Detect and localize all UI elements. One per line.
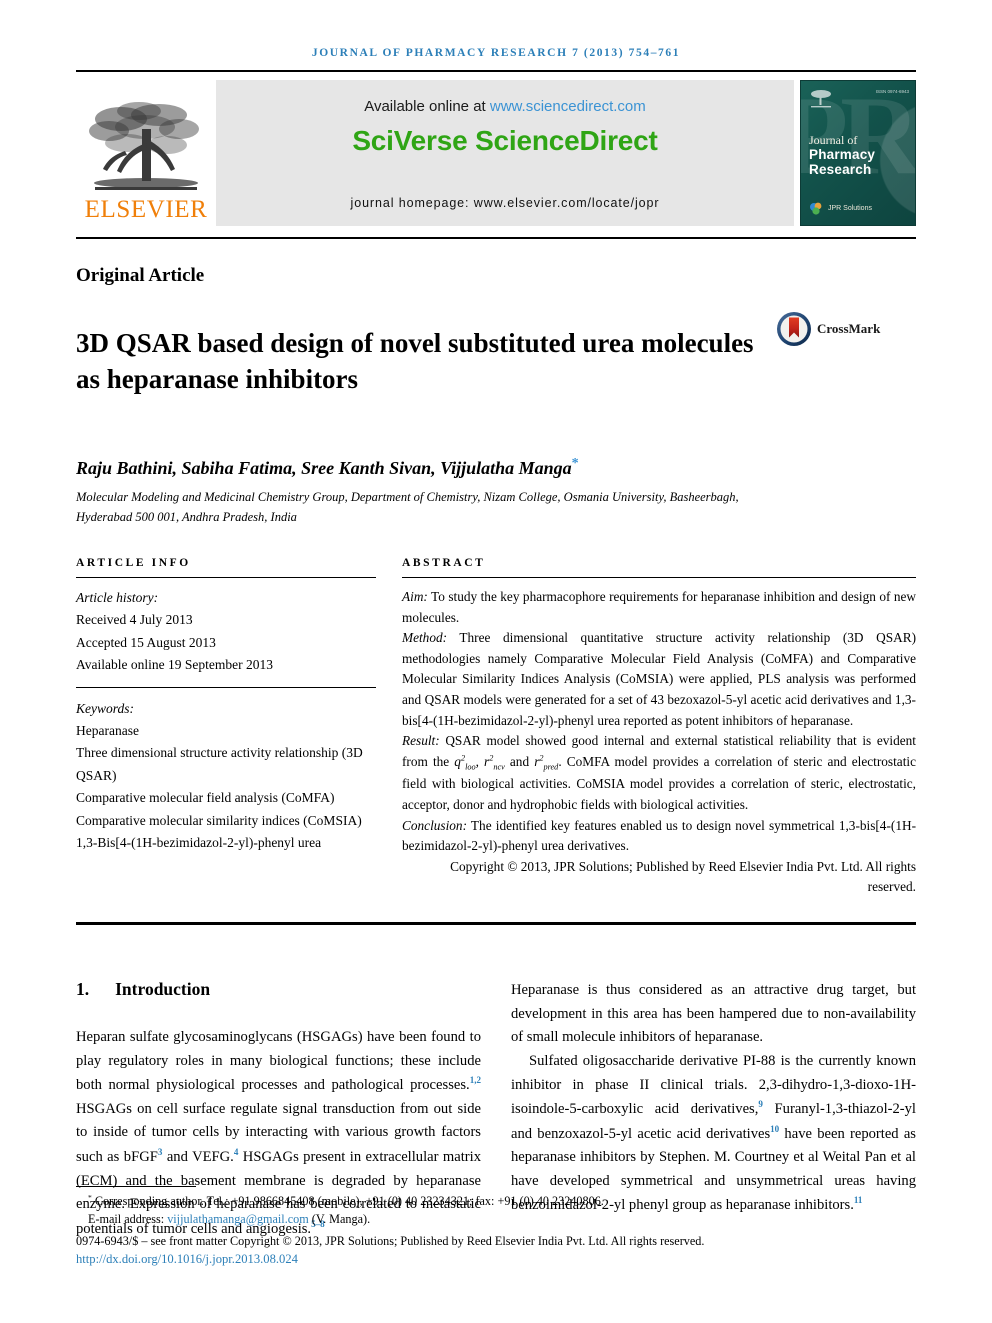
crossmark-label: CrossMark: [817, 321, 881, 336]
corresponding-author-note: * Corresponding author. Tel.: +91 986684…: [76, 1192, 916, 1210]
history-accepted: Accepted 15 August 2013: [76, 634, 216, 650]
header-rule: [76, 70, 916, 72]
abstract-conclusion-label: Conclusion:: [402, 817, 468, 833]
section-heading-introduction: 1. Introduction: [76, 979, 481, 1000]
keyword-item: Comparative molecular field analysis (Co…: [76, 790, 335, 806]
journal-cover-image[interactable]: PR ISSN 0974-6943 Journal of Pharmacy Re…: [800, 80, 916, 226]
article-history-block: Article history: Received 4 July 2013 Ac…: [76, 587, 376, 677]
elsevier-tree-icon: [89, 102, 199, 190]
abstract-bottom-rule: [76, 921, 916, 925]
journal-article-page: Journal of Pharmacy Research 7 (2013) 75…: [0, 0, 992, 1323]
cover-title-small: Journal of: [809, 133, 858, 147]
jpr-solutions-icon: [810, 202, 822, 215]
stat-q-symbol: q: [454, 753, 461, 769]
abstract-column: Abstract Aim: To study the key pharmacop…: [402, 557, 916, 898]
sciencedirect-banner: Available online at www.sciencedirect.co…: [216, 80, 794, 226]
stat-r-sup: 2: [489, 753, 494, 763]
cover-issn: ISSN 0974-6943: [875, 89, 909, 94]
abstract-aim-text: To study the key pharmacophore requireme…: [402, 589, 916, 625]
author-list: Raju Bathini, Sabiha Fatima, Sree Kanth …: [76, 456, 916, 479]
citation-ref[interactable]: 10: [770, 1124, 779, 1134]
email-label: E-mail address:: [88, 1212, 168, 1227]
history-available: Available online 19 September 2013: [76, 657, 273, 673]
stat-q-sup: 2: [460, 753, 466, 763]
abstract-body: Aim: To study the key pharmacophore requ…: [402, 587, 916, 898]
elsevier-logo: ELSEVIER: [76, 80, 216, 226]
abstract-method: Method: Three dimensional quantitative s…: [402, 628, 916, 731]
intro-right-text: Heparanase is thus considered as an attr…: [511, 979, 916, 1218]
sciverse-sciencedirect-wordmark: SciVerse ScienceDirect: [352, 125, 658, 156]
doi-link[interactable]: http://dx.doi.org/10.1016/j.jopr.2013.08…: [76, 1250, 916, 1269]
stat-r2pred: r2pred: [534, 753, 559, 772]
abstract-copyright: Copyright © 2013, JPR Solutions; Publish…: [450, 858, 916, 895]
stat-sep-1: ,: [475, 753, 485, 769]
page-content: Journal of Pharmacy Research 7 (2013) 75…: [76, 0, 916, 1241]
email-suffix: (V. Manga).: [308, 1212, 371, 1227]
abstract-method-label: Method:: [402, 630, 448, 646]
crossmark-badge[interactable]: CrossMark: [776, 311, 880, 347]
stat-q-sub: loo: [465, 762, 476, 772]
available-online-line: Available online at www.sciencedirect.co…: [364, 98, 646, 115]
front-matter-note: 0974-6943/$ – see front matter Copyright…: [76, 1233, 705, 1248]
keyword-item: Comparative molecular similarity indices…: [76, 812, 362, 828]
abstract-conclusion-text: The identified key features enabled us t…: [402, 817, 916, 854]
masthead-bottom-rule: [76, 237, 916, 239]
article-info-column: Article info Article history: Received 4…: [76, 557, 376, 898]
keywords-label: Keywords:: [76, 700, 134, 716]
abstract-aim: Aim: To study the key pharmacophore requ…: [402, 587, 916, 628]
stat-sep-2: and: [504, 753, 535, 769]
article-info-rule-top: [76, 577, 376, 578]
intro-paragraph-2: Heparanase is thus considered as an attr…: [511, 981, 916, 1046]
email-link[interactable]: vijjulathamanga@gmail.com: [167, 1212, 309, 1226]
journal-homepage-line[interactable]: journal homepage: www.elsevier.com/locat…: [216, 196, 794, 210]
article-info-rule-mid: [76, 686, 376, 688]
cover-publisher-text: JPR Solutions: [828, 205, 872, 213]
keyword-item: 1,3-Bis[4-(1H-bezimidazol-2-yl)-phenyl u…: [76, 835, 322, 851]
abstract-method-text: Three dimensional quantitative structure…: [402, 630, 916, 728]
elsevier-wordmark: ELSEVIER: [84, 196, 208, 223]
corresponding-author-marker: *: [571, 455, 579, 471]
article-info-heading: Article info: [76, 557, 191, 569]
available-online-prefix: Available online at: [364, 98, 490, 115]
section-number: 1.: [76, 978, 90, 999]
keywords-block: Keywords: Heparanase Three dimensional s…: [76, 698, 376, 855]
masthead: ELSEVIER Available online at www.science…: [76, 80, 916, 226]
abstract-conclusion: Conclusion: The identified key features …: [402, 816, 916, 857]
running-head: Journal of Pharmacy Research 7 (2013) 75…: [311, 47, 681, 59]
article-history-label: Article history:: [76, 590, 159, 605]
title-row: 3D QSAR based design of novel substitute…: [76, 307, 916, 416]
history-received: Received 4 July 2013: [76, 612, 193, 628]
cover-title-large: Pharmacy Research: [809, 147, 876, 177]
stat-r-sub: ncv: [493, 762, 505, 772]
footnote-rule: [76, 1186, 196, 1187]
stat-q2loo: q2loo: [454, 753, 476, 772]
sciencedirect-link[interactable]: www.sciencedirect.com: [490, 98, 646, 115]
page-title: 3D QSAR based design of novel substitute…: [76, 328, 754, 395]
cover-publisher-mark: JPR Solutions: [809, 201, 872, 217]
abstract-heading: Abstract: [402, 557, 486, 569]
stat-rp-sub: pred: [543, 762, 559, 772]
abstract-rule-top: [402, 577, 916, 578]
keyword-item: Heparanase: [76, 723, 139, 739]
crossmark-icon: [777, 312, 811, 346]
intro-p1-a: Heparan sulfate glycosaminoglycans (HSGA…: [76, 1028, 481, 1094]
info-abstract-wrap: Article info Article history: Received 4…: [76, 557, 916, 898]
corresponding-author-text: Corresponding author. Tel.: +91 98668454…: [94, 1194, 604, 1209]
affiliation: Molecular Modeling and Medicinal Chemist…: [76, 489, 739, 524]
abstract-result: Result: QSAR model showed good internal …: [402, 731, 916, 815]
page-footnote: * Corresponding author. Tel.: +91 986684…: [76, 1186, 916, 1269]
stat-rp-sup: 2: [539, 753, 544, 763]
stat-r2ncv: r2ncv: [484, 753, 505, 772]
article-type-label: Original Article: [76, 265, 205, 286]
cover-elsevier-tree-icon: [811, 90, 831, 108]
abstract-aim-label: Aim:: [402, 589, 428, 604]
footnote-star: *: [88, 1193, 92, 1202]
section-title: Introduction: [115, 978, 211, 999]
abstract-result-label: Result:: [402, 733, 440, 749]
email-note: E-mail address: vijjulathamanga@gmail.co…: [76, 1210, 916, 1228]
author-names: Raju Bathini, Sabiha Fatima, Sree Kanth …: [76, 457, 572, 478]
intro-p1-c: and VEFG.: [162, 1148, 234, 1165]
keyword-item: Three dimensional structure activity rel…: [76, 745, 363, 783]
citation-ref[interactable]: 1,2: [470, 1075, 481, 1085]
